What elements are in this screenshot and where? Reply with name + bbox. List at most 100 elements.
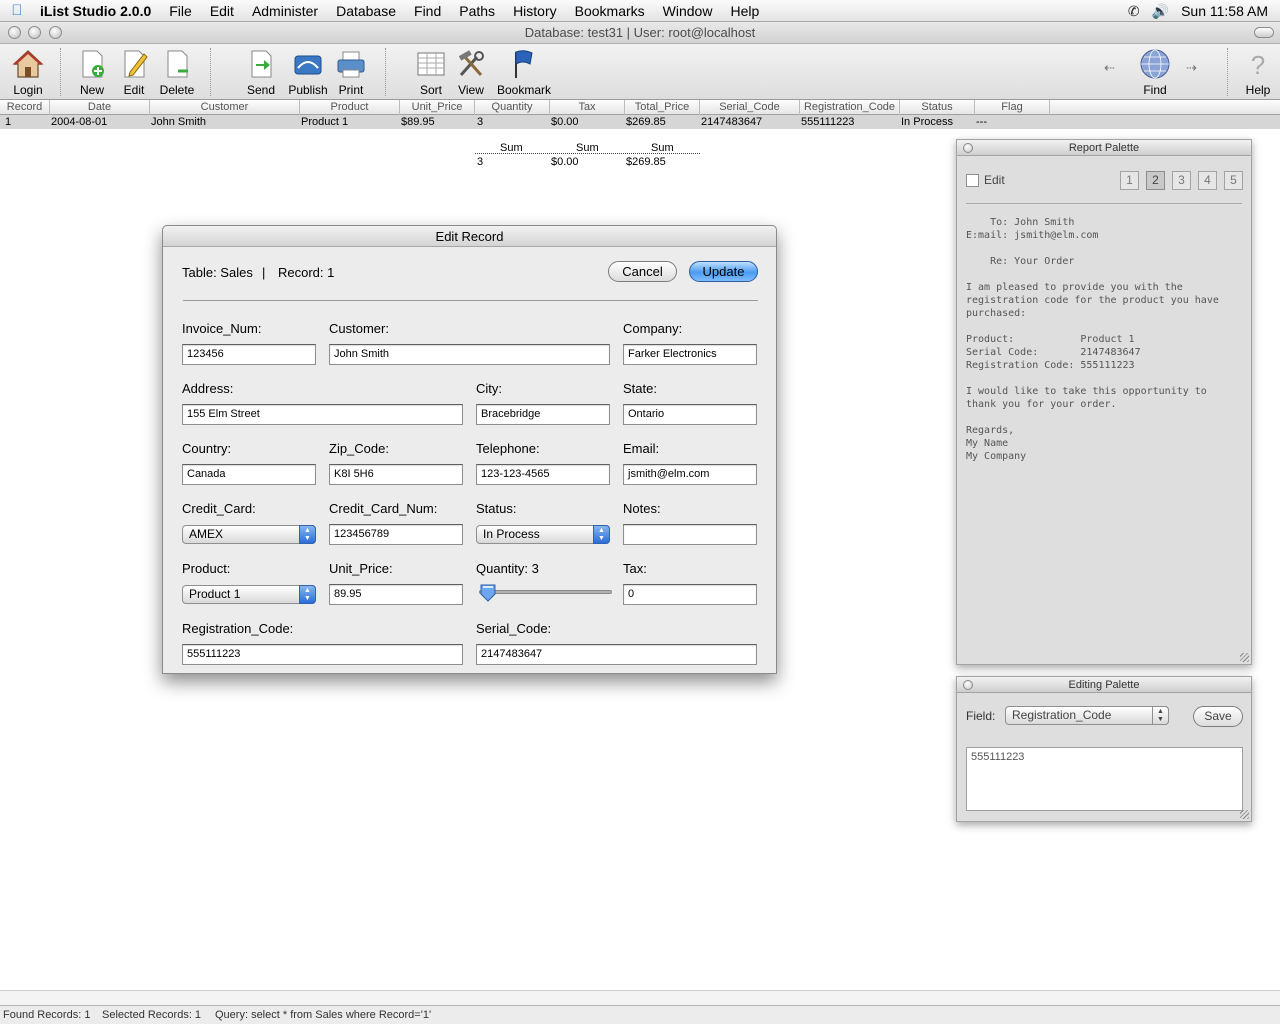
menu-edit[interactable]: Edit (201, 0, 243, 22)
column-quantity[interactable]: Quantity (475, 100, 550, 115)
menu-window[interactable]: Window (654, 0, 722, 22)
new-button[interactable]: New (70, 46, 114, 98)
volume-icon[interactable]: 🔊 (1146, 3, 1175, 20)
publish-button[interactable]: Publish (285, 46, 331, 98)
horizontal-scrollbar[interactable] (0, 990, 1280, 1005)
page-button-2[interactable]: 2 (1146, 171, 1165, 190)
svg-text:?: ? (1251, 50, 1265, 80)
product-label: Product: (182, 561, 231, 576)
city-label: City: (476, 381, 502, 396)
column-flag[interactable]: Flag (975, 100, 1050, 115)
menu-administer[interactable]: Administer (243, 0, 327, 22)
notes-field[interactable] (623, 524, 757, 545)
menu-history[interactable]: History (504, 0, 566, 22)
column-record[interactable]: Record (0, 100, 50, 115)
report-palette-close-button[interactable] (963, 143, 973, 153)
serial-code-field[interactable]: 2147483647 (476, 644, 757, 665)
quantity-slider-knob[interactable] (479, 584, 497, 602)
column-customer[interactable]: Customer (150, 100, 300, 115)
back-arrow-icon[interactable]: ⇠ (1104, 60, 1115, 76)
registration-code-field[interactable]: 555111223 (182, 644, 463, 665)
sort-button[interactable]: Sort (411, 46, 451, 98)
country-field[interactable]: Canada (182, 464, 316, 485)
delete-button[interactable]: Delete (155, 46, 199, 98)
new-label: New (79, 83, 104, 97)
credit-card-num-label: Credit_Card_Num: (329, 501, 438, 516)
credit-card-num-field[interactable]: 123456789 (329, 524, 463, 545)
cell-product: Product 1 (301, 116, 349, 128)
column-unit-price[interactable]: Unit_Price (400, 100, 475, 115)
menu-bar:  iList Studio 2.0.0 File Edit Administe… (0, 0, 1280, 22)
company-label: Company: (623, 321, 683, 336)
menu-find[interactable]: Find (405, 0, 450, 22)
resize-grip-icon[interactable] (1240, 810, 1249, 819)
phone-icon[interactable]: ✆ (1122, 3, 1146, 20)
view-button[interactable]: View (452, 46, 490, 98)
tax-field[interactable]: 0 (623, 584, 757, 605)
table-row[interactable]: 1 2004-08-01 John Smith Product 1 $89.95… (0, 115, 1280, 129)
send-document-icon (251, 50, 272, 78)
column-tax[interactable]: Tax (550, 100, 625, 115)
column-status[interactable]: Status (900, 100, 975, 115)
login-button[interactable]: Login (4, 46, 52, 98)
selected-records: Selected Records: 1 (102, 1009, 202, 1021)
page-button-4[interactable]: 4 (1198, 171, 1217, 190)
menu-help[interactable]: Help (721, 0, 768, 22)
column-registration-code[interactable]: Registration_Code (800, 100, 900, 115)
telephone-field[interactable]: 123-123-4565 (476, 464, 610, 485)
forward-arrow-icon[interactable]: ⇢ (1186, 60, 1197, 76)
bookmark-button[interactable]: Bookmark (495, 46, 553, 98)
invoice-num-field[interactable]: 123456 (182, 344, 316, 365)
save-button[interactable]: Save (1193, 706, 1243, 727)
email-field[interactable]: jsmith@elm.com (623, 464, 757, 485)
column-serial-code[interactable]: Serial_Code (700, 100, 800, 115)
found-records: Found Records: 1 (3, 1009, 91, 1021)
editing-palette-close-button[interactable] (963, 680, 973, 690)
delete-document-icon (167, 50, 188, 78)
menu-bookmarks[interactable]: Bookmarks (566, 0, 654, 22)
zip-code-field[interactable]: K8I 5H6 (329, 464, 463, 485)
print-button[interactable]: Print (332, 46, 370, 98)
credit-card-label: Credit_Card: (182, 501, 256, 516)
field-content-textarea[interactable]: 555111223 (966, 747, 1243, 811)
menu-paths[interactable]: Paths (450, 0, 504, 22)
page-button-5[interactable]: 5 (1224, 171, 1243, 190)
company-field[interactable]: Farker Electronics (623, 344, 757, 365)
menu-database[interactable]: Database (327, 0, 405, 22)
edit-checkbox[interactable] (966, 174, 979, 187)
apple-menu-icon[interactable]:  (0, 2, 34, 19)
unit-price-field[interactable]: 89.95 (329, 584, 463, 605)
report-palette: Report Palette Edit 1 2 3 4 5 To: John S… (956, 139, 1252, 665)
status-select[interactable]: In Process ▲ ▼ (476, 525, 610, 544)
print-label: Print (338, 83, 364, 97)
menu-app-name[interactable]: iList Studio 2.0.0 (34, 0, 160, 22)
notes-label: Notes: (623, 501, 661, 516)
product-value: Product 1 (189, 587, 241, 601)
credit-card-select[interactable]: AMEX ▲ ▼ (182, 525, 316, 544)
product-select[interactable]: Product 1 ▲ ▼ (182, 585, 316, 604)
cancel-button[interactable]: Cancel (608, 261, 677, 282)
state-field[interactable]: Ontario (623, 404, 757, 425)
edit-button[interactable]: Edit (114, 46, 154, 98)
cell-unit-price: $89.95 (401, 116, 435, 128)
column-product[interactable]: Product (300, 100, 400, 115)
city-field[interactable]: Bracebridge (476, 404, 610, 425)
quantity-slider-track[interactable] (479, 590, 612, 594)
find-button[interactable]: Find (1134, 46, 1176, 98)
menu-clock[interactable]: Sun 11:58 AM (1175, 3, 1280, 19)
page-button-1[interactable]: 1 (1120, 171, 1139, 190)
tax-label: Tax: (623, 561, 647, 576)
send-button[interactable]: Send (240, 46, 282, 98)
update-button[interactable]: Update (689, 261, 758, 282)
column-total-price[interactable]: Total_Price (625, 100, 700, 115)
toolbar-toggle-button[interactable] (1254, 27, 1274, 38)
address-field[interactable]: 155 Elm Street (182, 404, 463, 425)
customer-field[interactable]: John Smith (329, 344, 610, 365)
menu-file[interactable]: File (160, 0, 201, 22)
column-date[interactable]: Date (50, 100, 150, 115)
pencil-document-icon (124, 50, 148, 78)
page-button-3[interactable]: 3 (1172, 171, 1191, 190)
field-select[interactable]: Registration_Code ▲ ▼ (1005, 706, 1169, 725)
resize-grip-icon[interactable] (1240, 653, 1249, 662)
help-button[interactable]: ? Help (1238, 46, 1278, 98)
